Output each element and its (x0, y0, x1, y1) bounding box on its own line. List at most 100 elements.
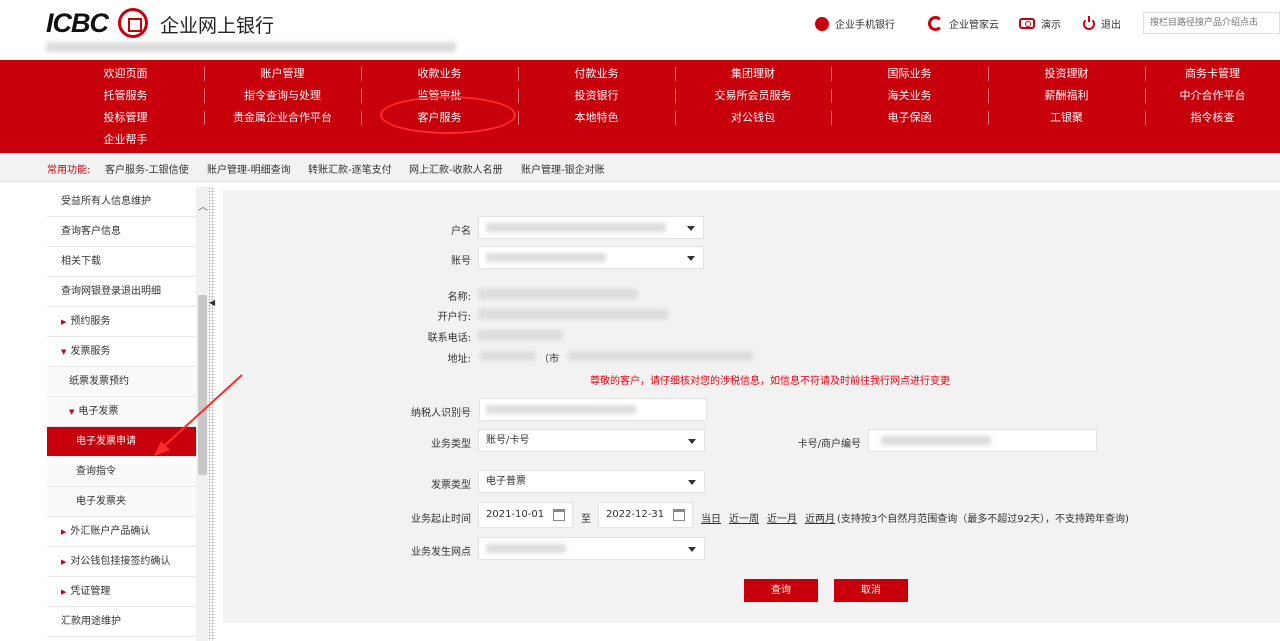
invoice-type-label: 发票类型 (431, 480, 471, 491)
nav-item[interactable]: 中介合作平台 (1145, 86, 1280, 106)
date-separator: 至 (581, 514, 591, 525)
nav-item[interactable]: 交易所会员服务 (675, 86, 831, 106)
card-merchant-input[interactable] (868, 429, 1097, 452)
nav-separator (1145, 67, 1146, 81)
nav-item[interactable]: 企业帮手 (47, 130, 204, 150)
nav-item[interactable]: 本地特色 (518, 108, 675, 128)
nav-separator (361, 111, 362, 125)
demo-icon (1019, 18, 1035, 29)
date-to-input[interactable]: 2022-12-31 (598, 502, 693, 528)
sidebar-item-label: 凭证管理 (70, 586, 111, 597)
nav-item[interactable]: 集团理财 (675, 64, 831, 84)
nav-item[interactable]: 投资银行 (518, 86, 675, 106)
cancel-button[interactable]: 取消 (834, 579, 908, 602)
logout-link[interactable]: 退出 (1083, 15, 1121, 31)
nav-item[interactable]: 商务卡管理 (1145, 64, 1280, 84)
enterprise-cloud-link[interactable]: 企业管家云 (928, 16, 999, 31)
sidebar-item[interactable]: 电子发票夹 (47, 487, 196, 517)
search-input[interactable] (1143, 12, 1280, 34)
nav-separator (361, 89, 362, 103)
nav-item[interactable]: 贵金属企业合作平台 (204, 108, 361, 128)
range-hint: (支持按3个自然月范围查询（最多不超过92天），不支持跨年查询) (837, 514, 1129, 525)
nav-item[interactable]: 投资理财 (988, 64, 1145, 84)
quick-link[interactable]: 账户管理-银企对账 (521, 161, 605, 176)
sidebar-item-label: 相关下载 (61, 256, 101, 267)
mobile-bank-link[interactable]: 企业手机银行 (815, 16, 895, 31)
sidebar-item[interactable]: ▶ 预约服务 (47, 307, 196, 337)
nav-item[interactable]: 电子保函 (831, 108, 988, 128)
taxpayer-id-input[interactable] (479, 398, 707, 421)
redacted-value (486, 253, 606, 262)
chevron-down-icon (688, 480, 696, 485)
nav-item[interactable]: 海关业务 (831, 86, 988, 106)
quick-link[interactable]: 转账汇款-逐笔支付 (308, 161, 392, 176)
nav-separator (831, 111, 832, 125)
nav-item[interactable]: 付款业务 (518, 64, 675, 84)
sidebar-item-label: 电子发票申请 (76, 436, 136, 447)
nav-separator (988, 89, 989, 103)
sidebar-item[interactable]: ▶ 凭证管理 (47, 577, 196, 607)
icbc-logo: ICBC (46, 8, 109, 38)
business-type-label: 业务类型 (431, 439, 471, 450)
redacted-phone (478, 330, 563, 340)
taxpayer-id-label: 纳税人识别号 (411, 408, 471, 419)
sidebar-item-label: 纸票发票预约 (69, 376, 129, 387)
quick-link[interactable]: 账户管理-明细查询 (207, 161, 291, 176)
sidebar-item[interactable]: 查询客户信息 (47, 217, 196, 247)
range-week-link[interactable]: 近一周 (729, 510, 759, 525)
quick-link[interactable]: 网上汇款-收款人名册 (409, 161, 503, 176)
nav-item[interactable]: 指令核查 (1145, 108, 1280, 128)
collapse-sidebar-icon[interactable]: ◀ (209, 298, 215, 307)
calendar-icon[interactable] (673, 509, 685, 521)
nav-item[interactable]: 薪酬福利 (988, 86, 1145, 106)
query-button[interactable]: 查询 (744, 579, 818, 602)
caret-right-icon: ▶ (61, 588, 67, 596)
sidebar-item[interactable]: ▼ 发票服务 (47, 337, 196, 367)
invoice-type-select[interactable]: 电子普票 (478, 470, 705, 493)
sidebar-item[interactable]: 汇款用途维护 (47, 607, 196, 637)
account-no-select[interactable] (478, 246, 704, 269)
nav-item[interactable]: 国际业务 (831, 64, 988, 84)
nav-separator (831, 89, 832, 103)
date-from-input[interactable]: 2021-10-01 (478, 502, 573, 528)
bank-name: 企业网上银行 (160, 15, 275, 37)
account-name-select[interactable] (478, 216, 704, 239)
range-today-link[interactable]: 当日 (701, 510, 721, 525)
scroll-up-icon[interactable]: ︿ (198, 198, 208, 213)
quick-link[interactable]: 客户服务-工银信使 (105, 161, 189, 176)
sidebar-item[interactable]: 查询指令 (47, 457, 196, 487)
nav-separator (675, 89, 676, 103)
period-label: 业务起止时间 (411, 514, 471, 525)
chevron-down-icon (688, 439, 696, 444)
nav-item[interactable]: 投标管理 (47, 108, 204, 128)
redacted-name (478, 289, 638, 299)
range-month-link[interactable]: 近一月 (767, 510, 797, 525)
nav-item[interactable]: 托管服务 (47, 86, 204, 106)
redacted-bank (478, 309, 668, 319)
business-type-select[interactable]: 账号/卡号 (478, 429, 705, 452)
sidebar-item[interactable]: ▶ 对公钱包挂接签约确认 (47, 547, 196, 577)
nav-separator (518, 111, 519, 125)
nav-separator (1145, 111, 1146, 125)
nav-item[interactable]: 欢迎页面 (47, 64, 204, 84)
demo-link[interactable]: 演示 (1019, 16, 1061, 31)
sidebar-item[interactable]: 受益所有人信息维护 (47, 187, 196, 217)
branch-select[interactable] (478, 537, 705, 560)
sidebar-item-label: 汇款用途维护 (61, 616, 121, 627)
quick-links-label: 常用功能: (47, 165, 91, 176)
sidebar-item-label: 受益所有人信息维护 (61, 196, 151, 207)
nav-separator (518, 89, 519, 103)
sidebar-item[interactable]: ▶ 外汇账户产品确认 (47, 517, 196, 547)
sidebar-item-label: 预约服务 (70, 316, 111, 327)
sidebar-item[interactable]: 相关下载 (47, 247, 196, 277)
calendar-icon[interactable] (553, 509, 565, 521)
nav-item[interactable]: 工银聚 (988, 108, 1145, 128)
nav-item[interactable]: 指令查询与处理 (204, 86, 361, 106)
redacted-value (486, 544, 566, 553)
sidebar-item[interactable]: 查询网银登录退出明细 (47, 277, 196, 307)
caret-right-icon: ▶ (61, 318, 67, 326)
nav-item[interactable]: 对公钱包 (675, 108, 831, 128)
nav-item[interactable]: 账户管理 (204, 64, 361, 84)
range-two-months-link[interactable]: 近两月 (805, 510, 835, 525)
nav-item[interactable]: 收款业务 (361, 64, 518, 84)
